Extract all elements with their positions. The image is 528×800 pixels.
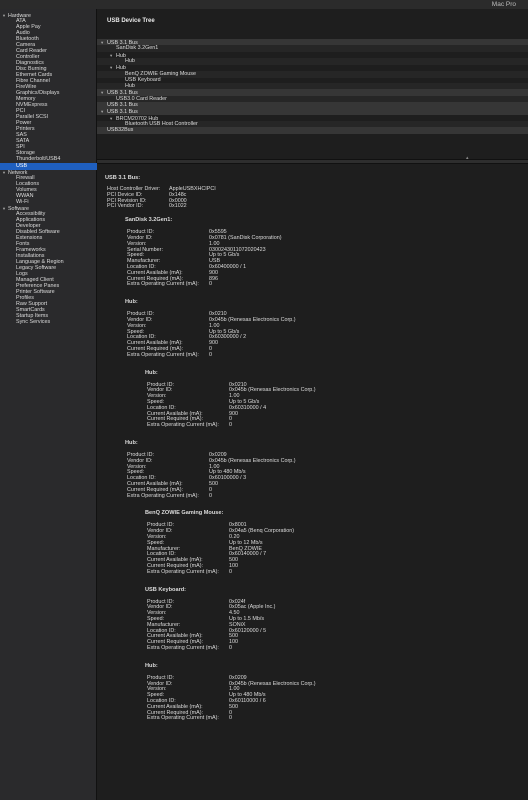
- sidebar: ▾ Hardware ATA Apple Pay Audio Bluetooth Camer…: [0, 9, 112, 800]
- property-row: Extra Operating Current (mA): 0: [127, 352, 528, 358]
- property-value: 0: [209, 281, 212, 288]
- property-value: 0: [229, 715, 232, 722]
- detail-section-heading: USB 3.1 Bus:: [105, 175, 141, 181]
- property-value: 0: [209, 492, 212, 499]
- property-value: 0: [229, 568, 232, 575]
- property-label: Extra Operating Current (mA):: [127, 492, 199, 499]
- property-label: Extra Operating Current (mA):: [147, 715, 219, 722]
- detail-section-heading: BenQ ZOWIE Gaming Mouse:: [145, 510, 224, 517]
- property-label: PCI Vendor ID:: [107, 203, 143, 210]
- detail-section-heading: Hub:: [145, 369, 158, 376]
- detail-section-heading: Hub:: [145, 662, 158, 669]
- property-row: PCI Vendor ID: 0x1022: [107, 203, 528, 209]
- tree-row-label: BenQ ZOWIE Gaming Mouse: [125, 70, 196, 77]
- tree-row[interactable]: USB32Bus: [97, 127, 528, 135]
- tree-row-label: SanDisk 3.2Gen1: [116, 45, 159, 52]
- tree-row-label: Hub: [125, 57, 135, 64]
- sidebar-item-label: Sync Services: [16, 319, 51, 326]
- property-value: 0: [209, 351, 212, 358]
- sidebar-item[interactable]: Sync Services: [0, 319, 112, 326]
- detail-pane: USB 3.1 Bus: Host Controller Driver: Apple…: [97, 163, 528, 800]
- tree-row-label: USB32Bus: [107, 127, 134, 134]
- tree-row-label: USB Keyboard: [125, 76, 161, 83]
- tree-row-label: Bluetooth USB Host Controller: [125, 120, 198, 127]
- property-row: Extra Operating Current (mA): 0: [127, 493, 528, 499]
- property-value: 0: [229, 645, 232, 651]
- tree-row-label: USB 3.1 Bus: [107, 102, 138, 108]
- property-row: Extra Operating Current (mA): 0: [127, 281, 528, 287]
- device-tree-heading: USB Device Tree: [107, 18, 155, 24]
- detail-section-heading: Hub:: [125, 299, 138, 306]
- main-panel: USB Device Tree ▾ USB 3.1 Bus SanDisk 3.2G…: [97, 9, 528, 800]
- usb-device-tree[interactable]: ▾ USB 3.1 Bus SanDisk 3.2Gen1 ▾ Hub Hub ▾ Hub Be…: [97, 29, 528, 153]
- property-label: Extra Operating Current (mA):: [147, 645, 219, 651]
- property-label: Extra Operating Current (mA):: [127, 351, 199, 358]
- window-title: Mac Pro: [491, 1, 516, 8]
- property-row: Extra Operating Current (mA): 0: [147, 645, 528, 651]
- property-label: Extra Operating Current (mA):: [147, 568, 219, 575]
- tree-row-label: Hub: [125, 83, 135, 90]
- detail-section-heading: SanDisk 3.2Gen1:: [125, 217, 173, 224]
- tree-row-label: USB3.0 Card Reader: [116, 95, 167, 102]
- property-label: Extra Operating Current (mA):: [147, 422, 219, 429]
- property-label: Extra Operating Current (mA):: [127, 281, 199, 288]
- property-row: Extra Operating Current (mA): 0: [147, 569, 528, 575]
- property-value: 0: [229, 422, 232, 429]
- property-row: Extra Operating Current (mA): 0: [147, 715, 528, 721]
- detail-section-heading: Hub:: [125, 440, 138, 446]
- title-bar: Mac Pro: [0, 0, 528, 9]
- property-value: 0x1022: [169, 203, 187, 210]
- splitter-grip-icon[interactable]: ▴: [466, 155, 469, 161]
- property-row: Extra Operating Current (mA): 0: [147, 422, 528, 428]
- detail-section-heading: USB Keyboard:: [145, 586, 187, 593]
